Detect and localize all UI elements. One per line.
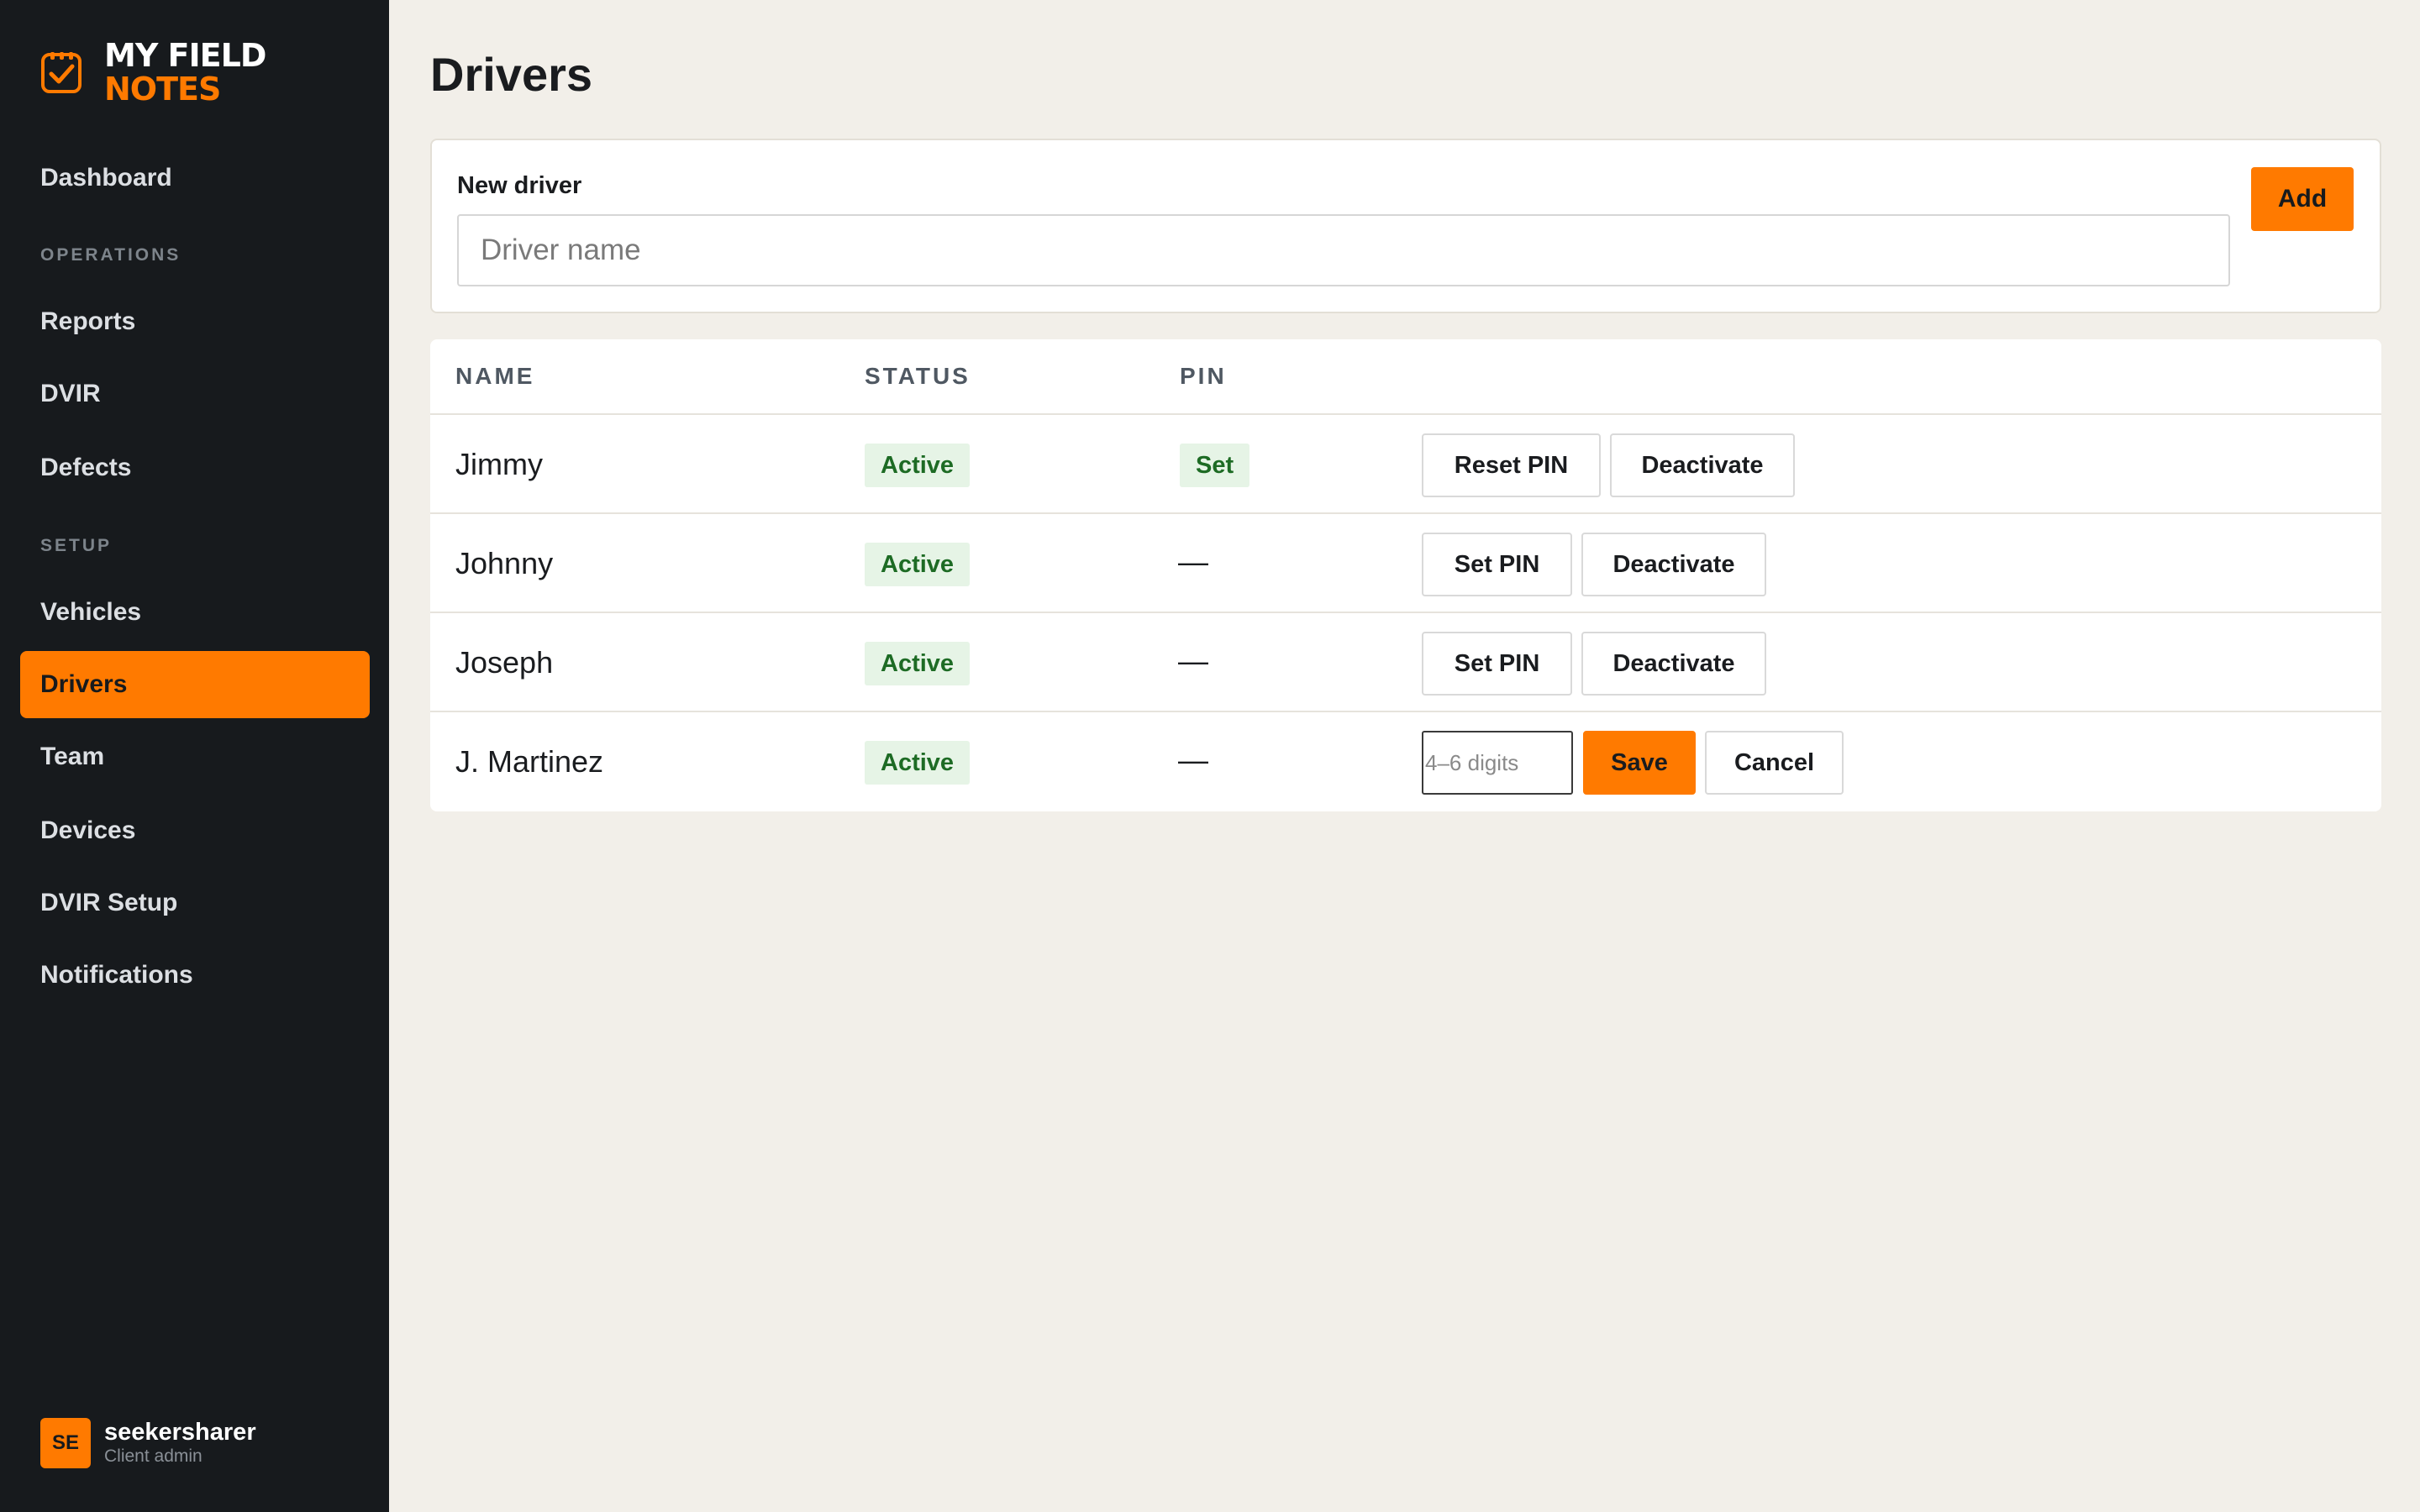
driver-name: Joseph (455, 645, 554, 680)
sidebar-item-dashboard[interactable]: Dashboard (20, 144, 370, 212)
drivers-table: NAME STATUS PIN Jimmy Active Set Reset P… (430, 339, 2381, 811)
save-pin-button[interactable]: Save (1583, 731, 1696, 795)
reset-pin-button[interactable]: Reset PIN (1422, 433, 1601, 497)
deactivate-button[interactable]: Deactivate (1581, 632, 1766, 696)
status-badge: Active (865, 741, 971, 785)
brand-line1: MY FIELD (104, 37, 266, 74)
user-role: Client admin (104, 1446, 203, 1466)
status-badge: Active (865, 642, 971, 685)
driver-name: Johnny (455, 546, 554, 580)
user-profile[interactable]: SE seekersharer Client admin (40, 1418, 256, 1468)
sidebar-item-defects[interactable]: Defects (20, 434, 370, 501)
status-badge: Active (865, 444, 971, 487)
sidebar-item-drivers[interactable]: Drivers (20, 651, 370, 718)
nav-section-setup: SETUP (40, 536, 113, 555)
table-row: Jimmy Active Set Reset PIN Deactivate (430, 415, 2381, 514)
status-badge: Active (865, 543, 971, 586)
sidebar-item-reports[interactable]: Reports (20, 288, 370, 355)
deactivate-button[interactable]: Deactivate (1610, 433, 1795, 497)
deactivate-button[interactable]: Deactivate (1581, 533, 1766, 596)
pin-input[interactable] (1422, 731, 1573, 795)
checklist-icon (41, 52, 82, 93)
driver-name: J. Martinez (455, 744, 604, 779)
driver-name-input[interactable] (457, 214, 2230, 286)
brand-logo[interactable]: MY FIELD NOTES (40, 39, 266, 106)
sidebar-item-team[interactable]: Team (20, 723, 370, 790)
brand-name: MY FIELD NOTES (104, 39, 266, 106)
pin-value: — (1178, 743, 1208, 777)
set-pin-button[interactable]: Set PIN (1422, 533, 1572, 596)
column-header-pin: PIN (1180, 363, 1227, 389)
add-driver-button[interactable]: Add (2251, 167, 2354, 231)
user-info: seekersharer Client admin (104, 1419, 256, 1467)
avatar: SE (40, 1418, 91, 1468)
brand-line2: NOTES (104, 71, 221, 108)
pin-value: — (1178, 544, 1208, 579)
table-row: Joseph Active — Set PIN Deactivate (430, 613, 2381, 712)
sidebar-item-notifications[interactable]: Notifications (20, 942, 370, 1009)
sidebar-item-devices[interactable]: Devices (20, 797, 370, 864)
page-title: Drivers (430, 48, 593, 101)
nav-section-operations: OPERATIONS (40, 245, 182, 265)
pin-value: — (1178, 643, 1208, 678)
set-pin-button[interactable]: Set PIN (1422, 632, 1572, 696)
column-header-status: STATUS (865, 363, 971, 389)
new-driver-card: New driver Add (430, 139, 2381, 313)
sidebar-item-dvir-setup[interactable]: DVIR Setup (20, 869, 370, 937)
new-driver-label: New driver (457, 172, 582, 199)
table-row: J. Martinez Active — Save Cancel (430, 712, 2381, 811)
sidebar-item-vehicles[interactable]: Vehicles (20, 579, 370, 646)
pin-badge: Set (1180, 444, 1250, 487)
column-header-name: NAME (455, 363, 535, 389)
sidebar-item-dvir[interactable]: DVIR (20, 360, 370, 428)
driver-name: Jimmy (455, 447, 543, 481)
sidebar: MY FIELD NOTES Dashboard OPERATIONS Repo… (0, 0, 389, 1512)
user-name: seekersharer (104, 1419, 256, 1446)
table-row: Johnny Active — Set PIN Deactivate (430, 514, 2381, 613)
cancel-button[interactable]: Cancel (1705, 731, 1844, 795)
